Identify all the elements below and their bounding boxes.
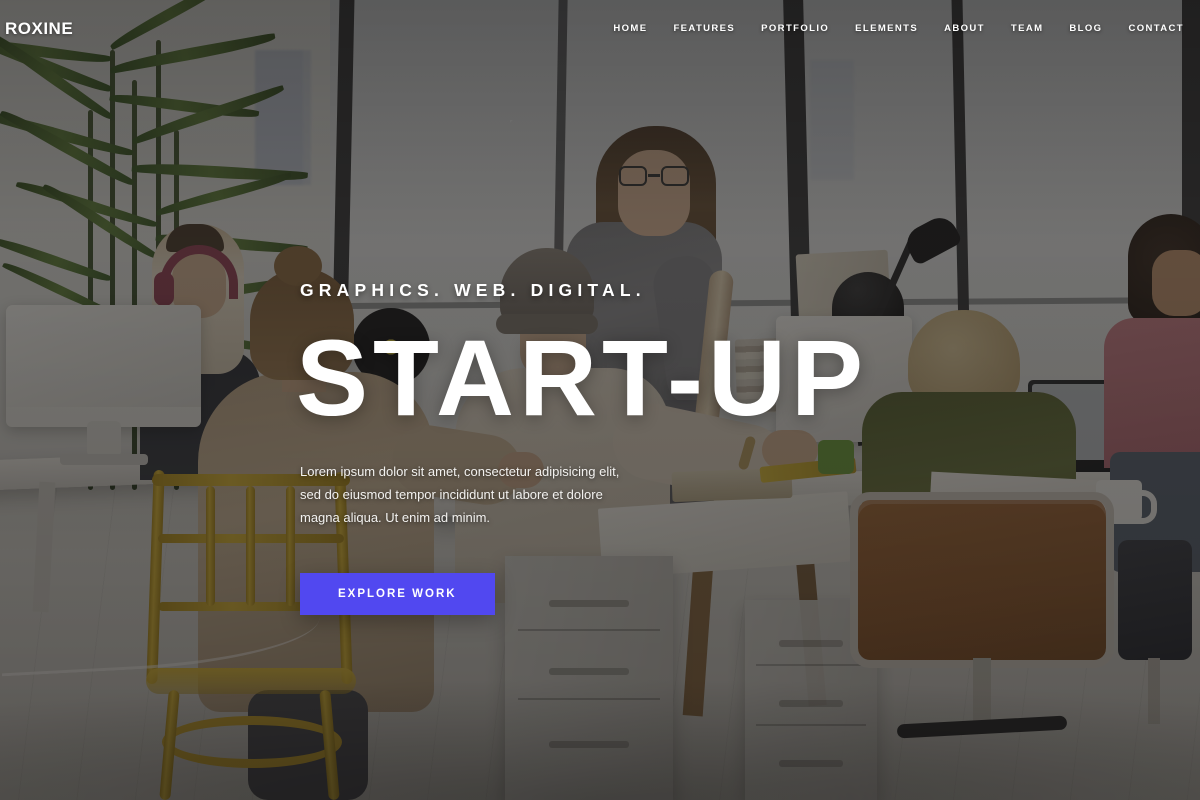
hero-headline: START-UP [296, 317, 868, 438]
hero-content: GRAPHICS. WEB. DIGITAL. START-UP Lorem i… [296, 280, 940, 615]
site-header: ROXINE HOME FEATURES PORTFOLIO ELEMENTS … [0, 0, 1200, 56]
nav-item-contact[interactable]: CONTACT [1128, 23, 1184, 34]
nav-item-portfolio[interactable]: PORTFOLIO [761, 23, 829, 34]
main-navigation: HOME FEATURES PORTFOLIO ELEMENTS ABOUT T… [613, 23, 1184, 34]
nav-item-about[interactable]: ABOUT [944, 23, 985, 34]
nav-item-blog[interactable]: BLOG [1069, 23, 1102, 34]
hero-lead-text: Lorem ipsum dolor sit amet, consectetur … [300, 463, 620, 525]
nav-item-elements[interactable]: ELEMENTS [855, 23, 918, 34]
hero-section: ROXINE HOME FEATURES PORTFOLIO ELEMENTS … [0, 0, 1200, 800]
nav-item-team[interactable]: TEAM [1011, 23, 1044, 34]
nav-item-home[interactable]: HOME [613, 23, 647, 34]
explore-work-button[interactable]: EXPLORE WORK [300, 572, 495, 615]
nav-item-features[interactable]: FEATURES [673, 23, 735, 34]
hero-eyebrow: GRAPHICS. WEB. DIGITAL. [300, 280, 646, 300]
site-logo[interactable]: ROXINE [5, 20, 73, 37]
